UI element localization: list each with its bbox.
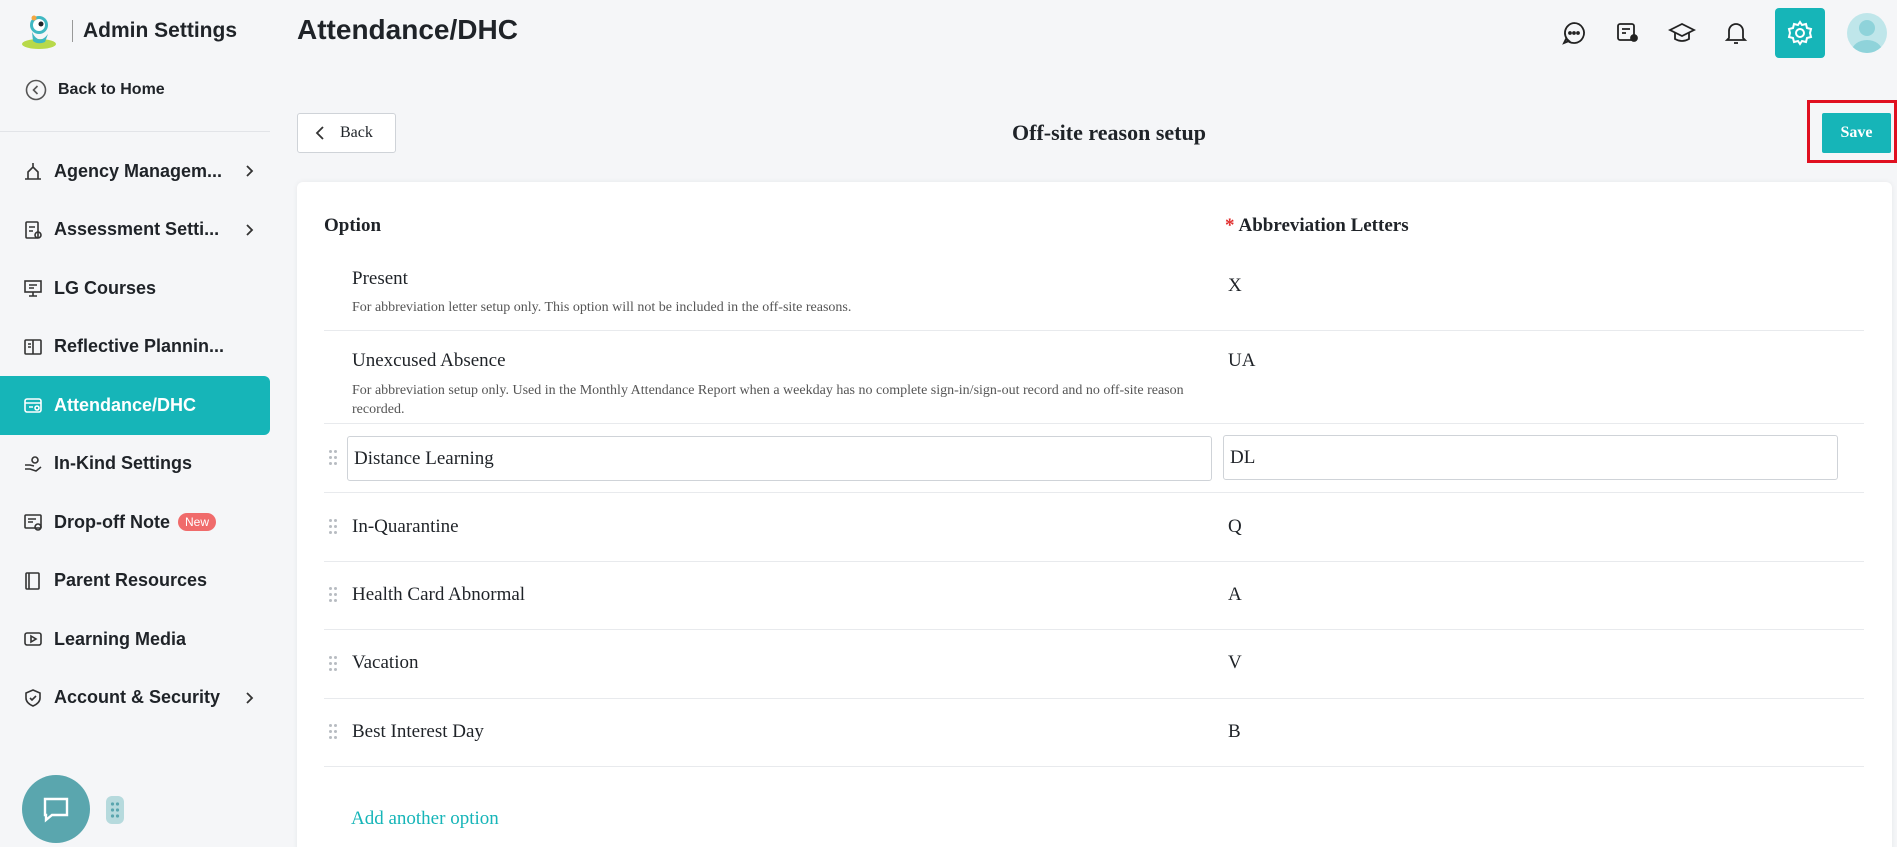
bell-icon bbox=[1724, 23, 1748, 44]
abbreviation-value: B bbox=[1228, 721, 1241, 742]
abbreviation-column-header: * Abbreviation Letters bbox=[1225, 215, 1409, 237]
table-row: Present For abbreviation letter setup on… bbox=[324, 262, 1864, 331]
sidebar-item-label: Agency Managem... bbox=[54, 160, 223, 181]
sidebar-item-label: Assessment Setti... bbox=[54, 219, 220, 240]
table-row: Best Interest Day B bbox=[324, 699, 1864, 767]
messages-button[interactable] bbox=[1559, 18, 1589, 48]
option-name: Best Interest Day bbox=[352, 721, 484, 742]
chevron-right-icon bbox=[246, 692, 254, 704]
sidebar-item-drop-off-note[interactable]: Drop-off Note New bbox=[0, 493, 270, 552]
back-to-home-label: Back to Home bbox=[58, 81, 165, 98]
table-row: In-Quarantine Q bbox=[324, 493, 1864, 562]
avatar[interactable] bbox=[1847, 13, 1887, 53]
shield-icon bbox=[25, 688, 41, 707]
brand: Admin Settings bbox=[20, 10, 237, 52]
option-name: Unexcused Absence bbox=[352, 350, 506, 371]
option-name: Vacation bbox=[352, 652, 419, 673]
drag-handle-icon[interactable] bbox=[329, 450, 339, 466]
page-title: Attendance/DHC bbox=[297, 14, 518, 45]
table-row: Health Card Abnormal A bbox=[324, 562, 1864, 630]
app-logo-icon bbox=[22, 15, 56, 49]
gear-icon bbox=[1787, 20, 1813, 46]
option-name: Health Card Abnormal bbox=[352, 584, 526, 605]
top-toolbar bbox=[1559, 8, 1897, 58]
sidebar-item-lg-courses[interactable]: LG Courses bbox=[0, 259, 270, 318]
abbreviation-value: Q bbox=[1228, 516, 1242, 537]
sidebar-item-label: Parent Resources bbox=[54, 570, 208, 591]
sidebar-item-assessment-settings[interactable]: Assessment Setti... bbox=[0, 201, 270, 260]
option-name-input[interactable] bbox=[347, 436, 1212, 481]
note-icon bbox=[24, 514, 42, 532]
resources-icon bbox=[25, 571, 40, 590]
media-icon bbox=[24, 632, 42, 647]
brand-separator bbox=[72, 20, 73, 42]
off-site-reason-card: Option * Abbreviation Letters Present For… bbox=[297, 182, 1892, 847]
sidebar-item-label: Reflective Plannin... bbox=[54, 336, 225, 357]
abbreviation-column-label: Abbreviation Letters bbox=[1238, 215, 1409, 236]
option-name: In-Quarantine bbox=[352, 516, 459, 537]
back-circle-icon bbox=[25, 79, 47, 101]
hand-icon bbox=[25, 455, 42, 472]
book-icon bbox=[24, 338, 42, 355]
option-description: For abbreviation setup only. Used in the… bbox=[352, 383, 1184, 417]
notifications-button[interactable] bbox=[1721, 18, 1751, 48]
table-row: Vacation V bbox=[324, 630, 1864, 699]
sidebar-item-label: In-Kind Settings bbox=[54, 453, 192, 474]
report-user-icon bbox=[1617, 23, 1638, 42]
save-button[interactable]: Save bbox=[1822, 113, 1891, 153]
chat-bubble-icon bbox=[43, 797, 69, 823]
sidebar-item-agency-management[interactable]: Agency Managem... bbox=[0, 142, 270, 201]
abbreviation-value: V bbox=[1228, 652, 1242, 673]
settings-button[interactable] bbox=[1775, 8, 1825, 58]
sidebar-item-reflective-planning[interactable]: Reflective Plannin... bbox=[0, 318, 270, 377]
sidebar-item-label: Learning Media bbox=[54, 628, 187, 649]
sidebar-item-label: Attendance/DHC bbox=[54, 394, 197, 415]
chevron-right-icon bbox=[246, 165, 254, 177]
courses-icon bbox=[24, 280, 42, 298]
abbreviation-value: A bbox=[1228, 584, 1242, 605]
back-to-home-link[interactable]: Back to Home bbox=[24, 78, 165, 102]
sidebar-nav: Agency Managem... Assessment Setti... LG… bbox=[0, 142, 270, 727]
drag-handle-icon[interactable] bbox=[329, 724, 339, 740]
sidebar-item-parent-resources[interactable]: Parent Resources bbox=[0, 552, 270, 611]
required-mark: * bbox=[1225, 215, 1235, 236]
sidebar-item-label: LG Courses bbox=[54, 277, 157, 298]
drag-handle-icon[interactable] bbox=[329, 656, 339, 672]
sidebar-item-attendance-dhc[interactable]: Attendance/DHC bbox=[0, 376, 270, 435]
new-badge: New bbox=[177, 513, 216, 532]
chat-icon bbox=[1562, 22, 1585, 45]
sidebar-item-label: Account & Security bbox=[54, 687, 221, 708]
drag-handle-icon[interactable] bbox=[106, 796, 124, 824]
chevron-right-icon bbox=[246, 224, 254, 236]
option-name: Present bbox=[352, 268, 408, 289]
option-description: For abbreviation letter setup only. This… bbox=[352, 300, 852, 315]
option-column-header: Option bbox=[324, 215, 382, 236]
user-avatar-icon bbox=[1852, 20, 1882, 53]
abbreviation-value: X bbox=[1228, 275, 1242, 296]
add-another-option-link[interactable]: Add another option bbox=[351, 808, 499, 830]
graduation-cap-icon bbox=[1668, 22, 1696, 42]
section-title: Off-site reason setup bbox=[1012, 120, 1206, 145]
courses-button[interactable] bbox=[1667, 18, 1697, 48]
assessment-icon bbox=[25, 220, 42, 239]
brand-title: Admin Settings bbox=[83, 19, 238, 42]
chat-fab-button[interactable] bbox=[22, 775, 90, 843]
attendance-icon bbox=[24, 398, 42, 414]
sidebar-item-account-security[interactable]: Account & Security bbox=[0, 669, 270, 728]
agency-icon bbox=[25, 163, 41, 181]
sidebar-item-label: Drop-off Note bbox=[54, 511, 170, 532]
abbreviation-input[interactable] bbox=[1223, 435, 1838, 480]
reports-button[interactable] bbox=[1613, 18, 1643, 48]
drag-handle-icon[interactable] bbox=[329, 587, 339, 603]
sidebar-item-in-kind-settings[interactable]: In-Kind Settings bbox=[0, 435, 270, 494]
drag-handle-icon[interactable] bbox=[329, 519, 339, 535]
abbreviation-value: UA bbox=[1228, 350, 1256, 371]
table-row: Unexcused Absence For abbreviation setup… bbox=[324, 331, 1864, 424]
sidebar-item-learning-media[interactable]: Learning Media bbox=[0, 610, 270, 669]
table-row bbox=[324, 424, 1864, 493]
